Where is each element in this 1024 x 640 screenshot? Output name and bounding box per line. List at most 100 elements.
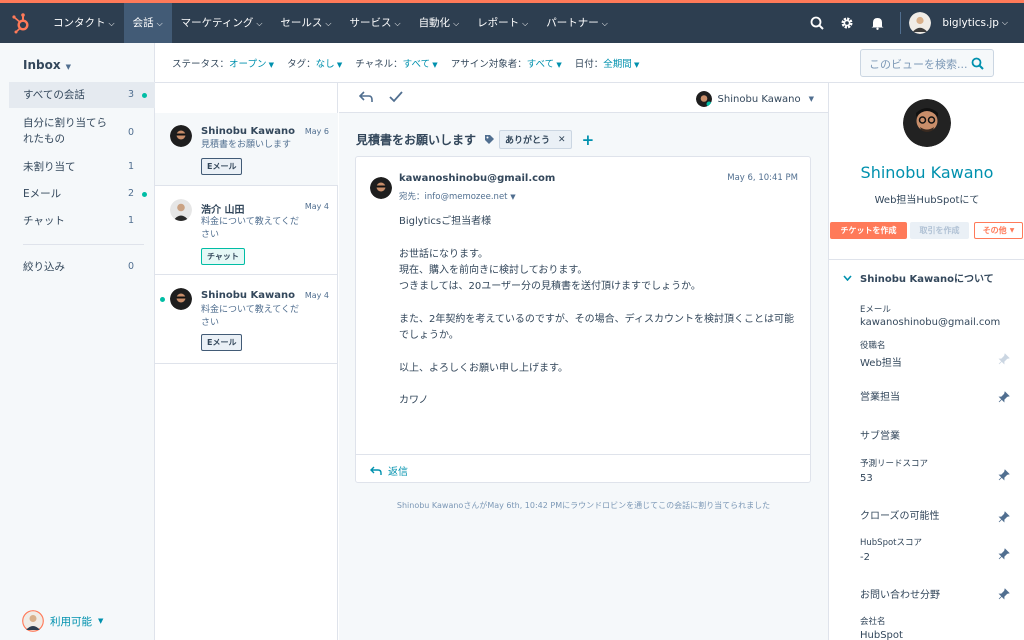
add-tag-button[interactable]: + (582, 131, 595, 149)
conversation-preview: 見積書をお願いします (201, 140, 292, 150)
conversation-preview: 料金について教えてください (201, 217, 300, 240)
nav-partner[interactable]: パートナー ⌵ (537, 3, 617, 43)
thread-subject: 見積書をお願いします (356, 133, 477, 147)
sidebar-item-count: 0 (127, 127, 134, 138)
sidebar-item-all[interactable]: すべての会話 3 (9, 82, 155, 108)
property-label: クローズの可能性 (860, 511, 940, 522)
search-icon[interactable] (971, 57, 984, 70)
search-icon[interactable] (802, 3, 832, 43)
property-value-job-title[interactable]: Web担当 (860, 354, 902, 369)
avatar (170, 125, 192, 147)
conversation-date: May 4 (304, 291, 329, 300)
bell-icon[interactable] (862, 3, 892, 43)
pin-icon[interactable] (998, 353, 1010, 365)
nav-conversations[interactable]: 会話 ⌵ (123, 3, 172, 43)
conversation-item[interactable]: 浩介 山田 May 4 料金について教えてください チャット (155, 186, 338, 275)
more-button[interactable]: その他 ▼ (974, 222, 1023, 239)
property-value-company[interactable]: HubSpot (860, 630, 903, 640)
tag-chip[interactable]: ありがとう ✕ (499, 130, 572, 149)
body-line (399, 230, 799, 246)
chevron-down-icon: ▼ (808, 95, 814, 103)
inbox-selector[interactable]: Inbox ▼ (23, 58, 71, 72)
email-timestamp: May 6, 10:41 PM (727, 173, 798, 183)
sidebar-item-count: 0 (127, 261, 134, 272)
conversation-item[interactable]: Shinobu Kawano May 4 料金について教えてください Eメール (155, 275, 338, 364)
checkmark-icon[interactable] (389, 91, 403, 103)
sender-name: Shinobu Kawano (201, 290, 295, 301)
nav-automation[interactable]: 自動化 ⌵ (410, 3, 469, 43)
avatar (370, 177, 392, 199)
filter-assignee[interactable]: アサイン対象者：すべて ▼ (451, 56, 562, 70)
availability-toggle[interactable]: 利用可能 ▼ (22, 610, 103, 632)
sidebar-item-count: 2 (127, 188, 134, 199)
reply-label: 返信 (388, 467, 408, 478)
inbox-sidebar: Inbox ▼ すべての会話 3 自分に割り当てられたもの 0 未割り当て 1 E… (0, 43, 155, 640)
email-message: kawanoshinobu@gmail.com 宛先：info@memozee.… (355, 156, 811, 483)
conversation-date: May 4 (304, 202, 329, 211)
nav-marketing[interactable]: マーケティング ⌵ (172, 3, 272, 43)
account-menu[interactable]: biglytics.jp ⌵ (909, 12, 1024, 34)
pin-icon[interactable] (998, 548, 1010, 560)
avatar (170, 199, 192, 221)
search-input[interactable]: このビューを検索... (860, 49, 994, 77)
pin-icon[interactable] (998, 469, 1010, 481)
property-label: 役職名 (860, 341, 886, 351)
search-placeholder: このビューを検索... (869, 58, 968, 71)
about-section-toggle[interactable]: Shinobu Kawanoについて (843, 270, 994, 285)
nav-reports[interactable]: レポート ⌵ (468, 3, 537, 43)
avatar (695, 91, 712, 107)
pin-icon[interactable] (998, 391, 1010, 403)
chevron-down-icon (843, 274, 852, 281)
thread-subject-row: 見積書をお願いします ありがとう ✕ + (356, 130, 594, 149)
property-value-hubspot-score[interactable]: -2 (860, 552, 870, 563)
top-navigation-bar: コンタクト ⌵ 会話 ⌵ マーケティング ⌵ セールス ⌵ サービス ⌵ 自動化 ⌵ レポー… (0, 0, 1024, 43)
property-value-email[interactable]: kawanoshinobu@gmail.com (860, 317, 1000, 328)
sidebar-item-unassigned[interactable]: 未割り当て 1 (9, 154, 155, 180)
sidebar-item-chat[interactable]: チャット 1 (9, 208, 155, 234)
create-ticket-button[interactable]: チケットを作成 (830, 222, 907, 239)
property-value-lead-score[interactable]: 53 (860, 473, 873, 484)
filter-bar: ステータス：オープン ▼ タグ：なし ▼ チャネル：すべて ▼ アサイン対象者：… (155, 43, 1024, 83)
close-icon[interactable]: ✕ (558, 135, 566, 145)
top-actions: biglytics.jp ⌵ (802, 3, 1024, 43)
property-label: サブ営業 (860, 431, 900, 442)
sidebar-item-label: 自分に割り当てられたもの (23, 117, 107, 145)
nav-sales[interactable]: セールス ⌵ (271, 3, 340, 43)
sidebar-item-count: 3 (127, 89, 134, 100)
reply-arrow-icon[interactable] (359, 91, 373, 103)
sidebar-item-email[interactable]: Eメール 2 (9, 181, 155, 207)
property-label: 会社名 (860, 617, 886, 627)
reply-button[interactable]: 返信 (356, 454, 810, 478)
filter-channel[interactable]: チャネル：すべて ▼ (355, 56, 437, 70)
filter-tag[interactable]: タグ：なし ▼ (287, 56, 342, 70)
nav-service[interactable]: サービス ⌵ (340, 3, 409, 43)
body-line (399, 295, 799, 311)
property-label: 予測リードスコア (860, 459, 929, 469)
contact-name[interactable]: Shinobu Kawano (829, 163, 1024, 182)
pin-icon[interactable] (998, 588, 1010, 600)
channel-badge: Eメール (201, 158, 243, 175)
contact-avatar (903, 99, 951, 147)
pin-icon[interactable] (998, 511, 1010, 523)
channel-badge: チャット (201, 248, 245, 265)
nav-contacts[interactable]: コンタクト ⌵ (44, 3, 124, 43)
owner-select[interactable]: Shinobu Kawano ▼ (695, 91, 814, 107)
conversation-thread: Shinobu Kawano ▼ 見積書をお願いします ありがとう ✕ + kaw… (339, 83, 828, 640)
sidebar-item-filtered[interactable]: 絞り込み 0 (9, 254, 155, 280)
chevron-down-icon: ▼ (98, 617, 104, 625)
email-recipients[interactable]: 宛先：info@memozee.net ▼ (399, 190, 516, 202)
hubspot-logo-icon[interactable] (10, 12, 32, 34)
filter-status[interactable]: ステータス：オープン ▼ (172, 56, 274, 70)
body-line: 以上、よろしくお願い申し上げます。 (399, 362, 568, 374)
body-line: 現在、購入を前向きに検討しております。 (399, 264, 588, 276)
email-body: Biglyticsご担当者様 お世話になります。 現在、購入を前向きに検討してお… (399, 214, 799, 410)
body-line (399, 377, 799, 393)
sidebar-item-label: 絞り込み (23, 261, 65, 273)
conversation-item[interactable]: Shinobu Kawano May 6 見積書をお願いします Eメール (155, 113, 338, 186)
filter-date[interactable]: 日付：全期間 ▼ (575, 56, 640, 70)
gear-icon[interactable] (832, 3, 862, 43)
create-deal-button[interactable]: 取引を作成 (910, 222, 969, 239)
body-line: カワノ (399, 395, 429, 407)
sidebar-item-count: 1 (127, 161, 134, 172)
sidebar-item-assigned-to-me[interactable]: 自分に割り当てられたもの 0 (9, 113, 155, 149)
